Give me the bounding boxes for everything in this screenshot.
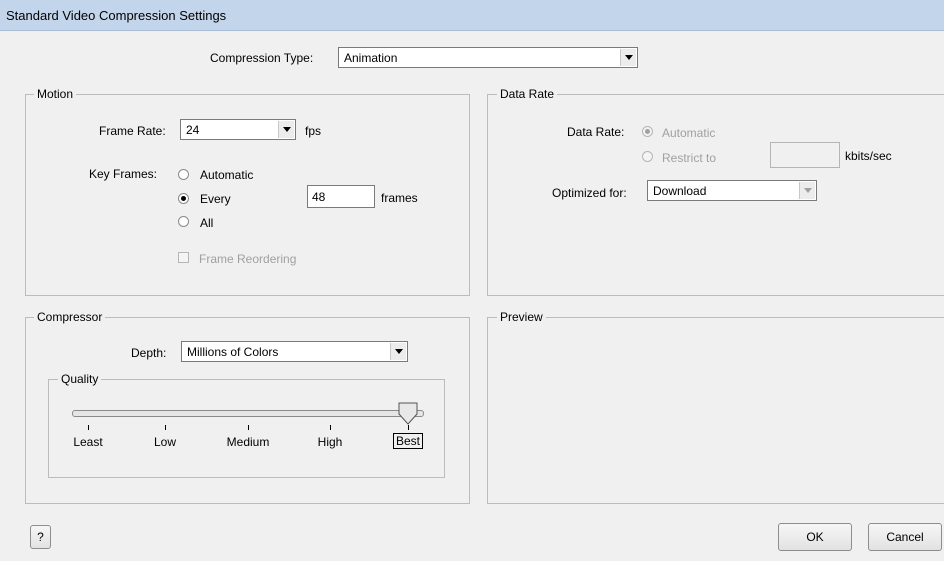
help-button[interactable]: ? [30, 525, 51, 549]
quality-tick-low: Low [153, 435, 176, 449]
frame-rate-label: Frame Rate: [99, 124, 166, 138]
window-title: Standard Video Compression Settings [6, 8, 227, 23]
quality-tick-mark [330, 425, 331, 430]
key-frames-automatic-radio[interactable] [178, 169, 189, 180]
optimized-for-label: Optimized for: [552, 186, 627, 200]
frame-reordering-label: Frame Reordering [199, 252, 297, 266]
fps-label: fps [305, 124, 322, 138]
optimized-for-value: Download [653, 184, 707, 198]
key-frames-automatic-label: Automatic [200, 168, 254, 182]
quality-tick-least: Least [73, 435, 103, 449]
data-rate-restrict-radio[interactable] [642, 151, 653, 162]
depth-select[interactable]: Millions of Colors [181, 341, 408, 362]
compressor-legend: Compressor [34, 310, 106, 324]
motion-legend: Motion [34, 87, 77, 101]
data-rate-restrict-input[interactable] [770, 142, 840, 168]
title-bar: Standard Video Compression Settings [0, 0, 944, 31]
key-frames-label: Key Frames: [89, 167, 158, 181]
frame-reordering-checkbox[interactable] [178, 252, 189, 263]
quality-slider-track[interactable] [72, 410, 424, 417]
depth-label: Depth: [131, 346, 167, 360]
data-rate-automatic-radio[interactable] [642, 126, 653, 137]
data-rate-label: Data Rate: [567, 125, 625, 139]
chevron-down-icon[interactable] [799, 182, 815, 199]
preview-group [487, 317, 944, 504]
quality-group [48, 379, 445, 478]
preview-legend: Preview [497, 310, 546, 324]
chevron-down-icon[interactable] [390, 343, 406, 360]
key-frames-all-label: All [200, 216, 214, 230]
chevron-down-icon[interactable] [620, 49, 636, 66]
ok-button[interactable]: OK [778, 523, 852, 551]
key-frames-every-radio[interactable] [178, 193, 189, 204]
quality-tick-mark [165, 425, 166, 430]
data-rate-legend: Data Rate [497, 87, 558, 101]
optimized-for-select[interactable]: Download [647, 180, 817, 201]
quality-tick-mark [248, 425, 249, 430]
data-rate-automatic-label: Automatic [662, 126, 716, 140]
quality-tick-mark [408, 425, 409, 430]
compression-type-label: Compression Type: [210, 51, 314, 65]
cancel-button[interactable]: Cancel [868, 523, 942, 551]
compression-type-select[interactable]: Animation [338, 47, 638, 68]
frames-unit-label: frames [381, 191, 418, 205]
quality-legend: Quality [58, 372, 102, 386]
frame-rate-value: 24 [186, 123, 200, 137]
frame-rate-select[interactable]: 24 [180, 119, 296, 140]
quality-tick-high: High [317, 435, 343, 449]
kbits-unit-label: kbits/sec [845, 149, 892, 163]
key-frames-all-radio[interactable] [178, 216, 189, 227]
quality-tick-medium: Medium [226, 435, 270, 449]
key-frames-every-value: 48 [312, 190, 326, 204]
quality-tick-best: Best [392, 433, 423, 449]
data-rate-restrict-label: Restrict to [662, 151, 717, 165]
key-frames-every-input[interactable]: 48 [307, 185, 375, 208]
compression-type-value: Animation [344, 51, 398, 65]
chevron-down-icon[interactable] [278, 121, 294, 138]
key-frames-every-label: Every [200, 192, 231, 206]
quality-tick-mark [88, 425, 89, 430]
depth-value: Millions of Colors [187, 345, 279, 359]
quality-slider-thumb[interactable] [397, 401, 419, 426]
